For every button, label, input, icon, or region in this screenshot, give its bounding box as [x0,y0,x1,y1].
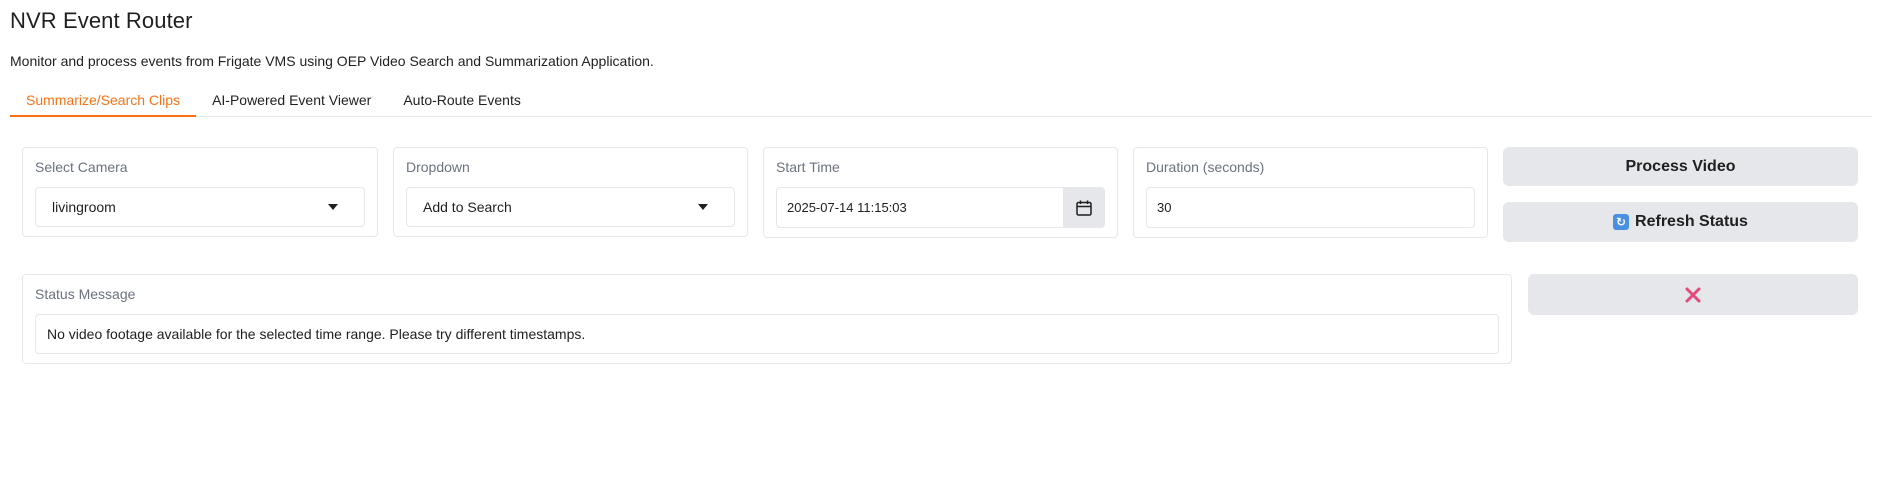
start-time-label: Start Time [776,159,840,175]
dropdown-panel: Dropdown Add to Search [393,147,748,237]
action-select[interactable]: Add to Search [406,187,735,227]
app-root: NVR Event Router Monitor and process eve… [0,0,1882,499]
process-video-button[interactable]: Process Video [1503,147,1858,186]
tab-ai-powered-event-viewer[interactable]: AI-Powered Event Viewer [196,90,387,117]
status-panel: Status Message No video footage availabl… [22,274,1512,364]
chevron-down-icon [698,204,708,210]
camera-label: Select Camera [35,159,128,175]
chevron-down-icon [328,204,338,210]
page-title: NVR Event Router [10,8,193,33]
calendar-button[interactable] [1063,188,1104,227]
camera-panel: Select Camera livingroom [22,147,378,237]
tab-summarize-search-clips[interactable]: Summarize/Search Clips [10,90,197,117]
duration-panel: Duration (seconds) [1133,147,1488,238]
tab-bar: Summarize/Search Clips AI-Powered Event … [10,90,1872,117]
status-label: Status Message [35,286,136,302]
start-time-field [776,187,1105,228]
status-message-box: No video footage available for the selec… [35,314,1499,354]
camera-select[interactable]: livingroom [35,187,365,227]
duration-field [1146,187,1475,228]
duration-input[interactable] [1147,188,1474,227]
tab-auto-route-events[interactable]: Auto-Route Events [387,90,537,117]
start-time-panel: Start Time [763,147,1118,238]
page-subtitle: Monitor and process events from Frigate … [10,53,654,69]
refresh-status-label: Refresh Status [1635,213,1748,230]
close-icon [1685,287,1701,302]
clear-button[interactable] [1528,274,1858,315]
calendar-icon [1076,200,1092,216]
start-time-input[interactable] [777,188,1063,227]
dropdown-label: Dropdown [406,159,470,175]
action-select-value: Add to Search [423,199,512,215]
camera-select-value: livingroom [52,199,116,215]
refresh-icon: ↻ [1613,214,1630,230]
duration-label: Duration (seconds) [1146,159,1265,175]
process-video-label: Process Video [1625,157,1736,175]
status-message-text: No video footage available for the selec… [47,326,586,342]
refresh-status-button[interactable]: ↻ Refresh Status [1503,202,1858,242]
